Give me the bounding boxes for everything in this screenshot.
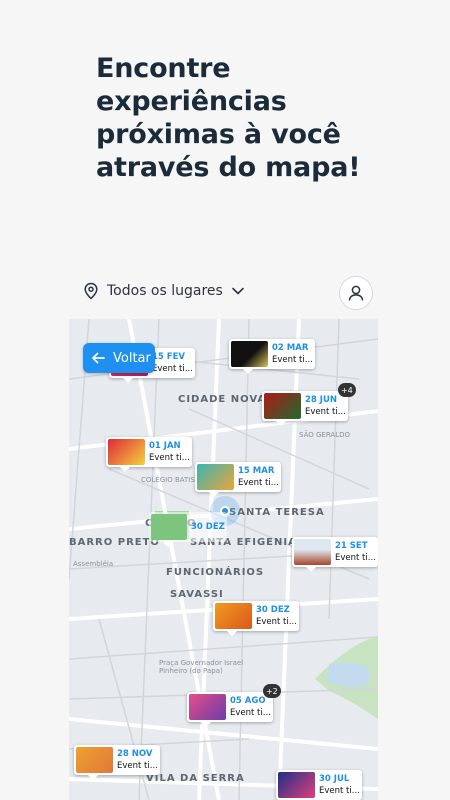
event-date: 15 FEV	[152, 352, 185, 362]
event-date: 30 DEZ	[256, 605, 290, 615]
event-pin[interactable]: 01 JAN Event ti...	[106, 437, 192, 472]
event-date: 28 NOV	[117, 749, 153, 759]
map-toolbar: Todos os lugares	[83, 276, 373, 310]
back-button[interactable]: Voltar	[83, 343, 155, 373]
event-thumbnail	[197, 464, 234, 490]
event-pin[interactable]: 21 SET Event ti...	[292, 537, 378, 572]
event-thumbnail	[76, 747, 113, 773]
event-pin[interactable]: 02 MAR Event ti...	[229, 339, 315, 374]
map-label-cidade-nova: CIDADE NOVA	[178, 394, 267, 405]
map-label-assembleia: Assembléia	[73, 560, 114, 568]
user-icon	[348, 285, 364, 301]
map-pin-icon	[84, 282, 98, 300]
event-title: Event ti...	[319, 786, 360, 796]
map-label-colegio-batista: COLÉGIO BATISTA	[141, 476, 204, 484]
map-label-santa-teresa: SANTA TERESA	[229, 507, 325, 518]
event-count-badge: +4	[337, 383, 356, 397]
event-pin[interactable]: 30 JUL Event ti...	[276, 770, 362, 800]
events-map[interactable]: CIDADE NOVA SÃO GERALDO SANTA TERESA SAN…	[69, 319, 378, 800]
event-thumbnail	[231, 341, 268, 367]
event-thumbnail	[294, 539, 331, 565]
event-title: Event ti...	[117, 761, 158, 771]
chevron-down-icon	[232, 287, 244, 295]
event-pin[interactable]: 30 DEZ	[149, 512, 227, 547]
profile-button[interactable]	[339, 276, 373, 310]
event-date: 30 DEZ	[191, 522, 225, 532]
event-title: Event ti...	[256, 617, 297, 627]
event-thumbnail	[151, 514, 187, 540]
event-date: 05 AGO	[230, 696, 266, 706]
map-label-funcionarios: FUNCIONÁRIOS	[166, 567, 265, 578]
event-date: 30 JUL	[319, 774, 350, 784]
event-title: Event ti...	[230, 708, 271, 718]
event-title: Event ti...	[335, 553, 376, 563]
event-title: Event ti...	[305, 407, 346, 417]
map-label-barro-preto: BARRO PRETO	[69, 537, 160, 548]
event-date: 28 JUN	[305, 395, 337, 405]
event-thumbnail	[108, 439, 145, 465]
event-thumbnail	[215, 603, 252, 629]
location-label: Todos os lugares	[107, 283, 223, 299]
event-pin[interactable]: 30 DEZ Event ti...	[213, 601, 299, 636]
map-label-vila-da-serra: VILA DA SERRA	[146, 773, 245, 784]
event-title: Event ti...	[149, 453, 190, 463]
map-label-savassi: SAVASSI	[170, 589, 224, 600]
event-date: 15 MAR	[238, 466, 275, 476]
event-title: Event ti...	[272, 355, 313, 365]
event-title: Event ti...	[152, 364, 193, 374]
page-headline: Encontre experiências próximas à você at…	[96, 53, 361, 183]
event-pin[interactable]: 28 NOV Event ti...	[74, 745, 160, 780]
event-thumbnail	[189, 694, 226, 720]
event-thumbnail	[278, 772, 315, 798]
arrow-left-icon	[92, 352, 105, 364]
event-pin[interactable]: 05 AGO Event ti... +2	[187, 684, 281, 727]
location-selector[interactable]: Todos os lugares	[83, 282, 245, 300]
back-label: Voltar	[113, 350, 151, 366]
event-date: 01 JAN	[149, 441, 181, 451]
event-thumbnail	[264, 393, 301, 419]
event-count-badge: +2	[262, 684, 281, 698]
event-date: 02 MAR	[272, 343, 309, 353]
event-pin[interactable]: 28 JUN Event ti... +4	[262, 383, 356, 426]
event-title: Event ti...	[238, 478, 279, 488]
event-pin[interactable]: 15 MAR Event ti...	[195, 462, 281, 497]
event-date: 21 SET	[335, 541, 368, 551]
map-label-sao-geraldo: SÃO GERALDO	[299, 431, 350, 439]
map-label-praca: Praça Governador Israel Pinheiro (do Pap…	[159, 659, 244, 675]
